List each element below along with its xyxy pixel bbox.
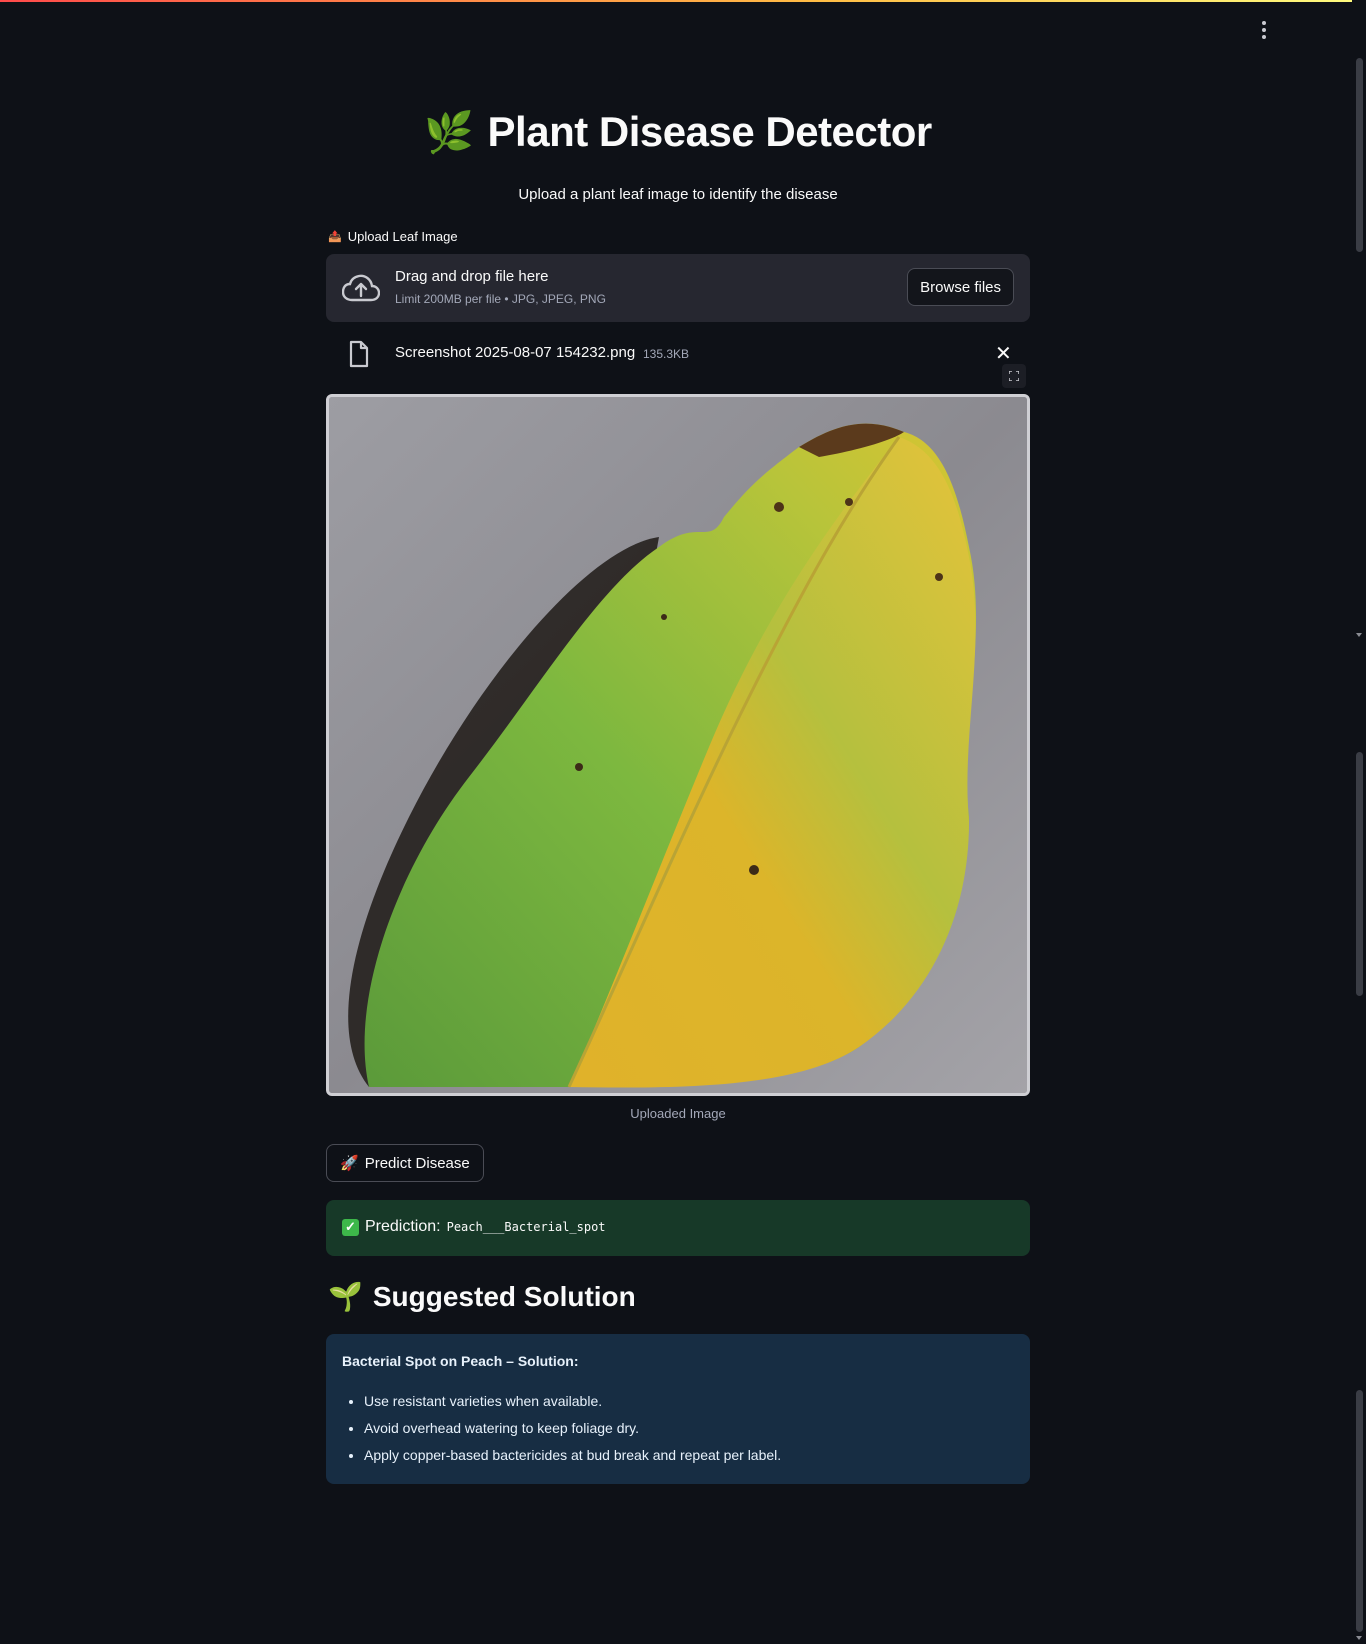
- image-caption: Uploaded Image: [630, 1106, 726, 1121]
- uploader-label-text: Upload Leaf Image: [347, 229, 458, 244]
- dropzone-limits: Limit 200MB per file • JPG, JPEG, PNG: [395, 292, 606, 306]
- kebab-menu-icon[interactable]: [1254, 18, 1274, 42]
- prediction-value: Peach___Bacterial_spot: [446, 1220, 606, 1234]
- file-dropzone[interactable]: Drag and drop file here Limit 200MB per …: [326, 254, 1030, 322]
- uploaded-file-row: Screenshot 2025-08-07 154232.png 135.3KB…: [326, 334, 1030, 374]
- browse-files-button[interactable]: Browse files: [907, 268, 1014, 306]
- solution-info-box: Bacterial Spot on Peach – Solution: Use …: [326, 1334, 1030, 1484]
- uploaded-leaf-image: [326, 394, 1030, 1096]
- scrollbar-thumb[interactable]: [1356, 1390, 1363, 1632]
- solution-title: Bacterial Spot on Peach – Solution:: [342, 1353, 579, 1369]
- predict-disease-button[interactable]: 🚀 Predict Disease: [326, 1144, 484, 1182]
- file-size: 135.3KB: [643, 347, 690, 361]
- file-icon: [348, 340, 370, 373]
- list-item: Use resistant varieties when available.: [364, 1388, 781, 1415]
- uploader-label: 📤 Upload Leaf Image: [328, 229, 458, 244]
- herb-icon: 🌿: [424, 111, 474, 155]
- cloud-upload-icon: [341, 274, 381, 307]
- fullscreen-icon[interactable]: [1002, 364, 1026, 388]
- suggested-solution-heading: 🌱 Suggested Solution: [328, 1280, 636, 1313]
- list-item: Apply copper-based bactericides at bud b…: [364, 1442, 781, 1469]
- remove-file-close-icon[interactable]: ✕: [995, 344, 1012, 364]
- suggested-solution-heading-text: Suggested Solution: [372, 1280, 636, 1312]
- rocket-icon: 🚀: [340, 1155, 359, 1172]
- scrollbar[interactable]: [1352, 0, 1366, 1644]
- scroll-down-arrow-icon[interactable]: [1356, 633, 1362, 637]
- prediction-prefix: Prediction:: [365, 1218, 441, 1235]
- solution-list: Use resistant varieties when available. …: [342, 1388, 781, 1469]
- scrollbar-thumb[interactable]: [1356, 752, 1363, 996]
- page-title: 🌿 Plant Disease Detector: [326, 108, 1030, 156]
- scroll-down-arrow-icon[interactable]: [1356, 1636, 1362, 1640]
- page-title-text: Plant Disease Detector: [487, 108, 933, 155]
- check-mark-icon: ✓: [342, 1218, 359, 1236]
- dropzone-title: Drag and drop file here: [395, 268, 549, 285]
- prediction-result-box: ✓ Prediction: Peach___Bacterial_spot: [326, 1200, 1030, 1256]
- seedling-icon: 🌱: [328, 1281, 363, 1312]
- list-item: Avoid overhead watering to keep foliage …: [364, 1415, 781, 1442]
- upload-tray-icon: 📤: [328, 231, 342, 243]
- scrollbar-thumb[interactable]: [1356, 58, 1363, 252]
- top-decoration-bar: [0, 0, 1366, 2]
- file-name: Screenshot 2025-08-07 154232.png: [395, 344, 636, 361]
- predict-button-label: Predict Disease: [364, 1154, 470, 1172]
- page-subtitle: Upload a plant leaf image to identify th…: [518, 186, 838, 203]
